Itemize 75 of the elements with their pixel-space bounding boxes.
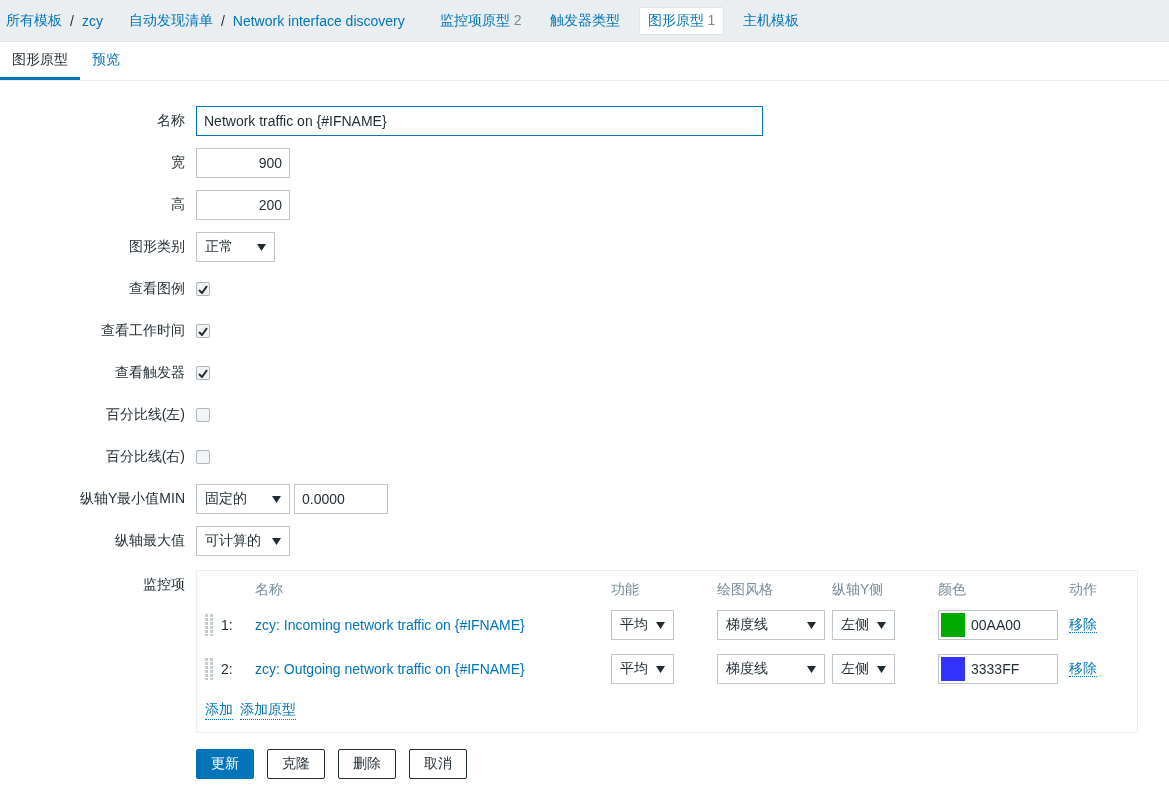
- field-label: 查看图例: [128, 280, 185, 298]
- color-swatch[interactable]: [941, 613, 965, 637]
- name-field[interactable]: Network traffic on {#IFNAME}: [196, 106, 763, 136]
- caret-icon: [257, 243, 266, 251]
- nav-tab[interactable]: 主机模板: [734, 6, 809, 35]
- color-field[interactable]: 00AA00: [938, 610, 1058, 640]
- field-label: 纵轴Y最小值MIN: [79, 490, 185, 508]
- form-button[interactable]: 克隆: [267, 749, 325, 779]
- column-header: 动作: [1069, 580, 1098, 599]
- caret-icon: [877, 665, 886, 673]
- dropdown[interactable]: 可计算的: [196, 526, 290, 556]
- form-button[interactable]: 更新: [196, 749, 254, 779]
- field-label: 百分比线(左): [104, 406, 185, 424]
- dropdown[interactable]: 梯度线: [717, 654, 825, 684]
- tab[interactable]: 预览: [80, 42, 132, 80]
- add-link[interactable]: 添加原型: [240, 701, 296, 720]
- number-field[interactable]: 0.0000: [294, 484, 388, 514]
- caret-icon: [656, 621, 665, 629]
- field-label: 查看触发器: [114, 364, 185, 382]
- dropdown[interactable]: 梯度线: [717, 610, 825, 640]
- checkbox[interactable]: [196, 282, 210, 296]
- dropdown[interactable]: 固定的: [196, 484, 290, 514]
- column-header: 名称: [255, 580, 284, 599]
- dropdown[interactable]: 平均: [611, 654, 674, 684]
- checkbox[interactable]: [196, 408, 210, 422]
- breadcrumb-link[interactable]: Network interface discovery: [232, 12, 405, 29]
- form-button[interactable]: 取消: [409, 749, 467, 779]
- column-header: 纵轴Y侧: [832, 580, 885, 599]
- checkbox[interactable]: [196, 366, 210, 380]
- breadcrumb-link[interactable]: zcy: [81, 12, 103, 29]
- number-field[interactable]: 900: [196, 148, 290, 178]
- caret-icon: [877, 621, 886, 629]
- field-label: 监控项: [142, 575, 185, 594]
- form-button[interactable]: 删除: [338, 749, 396, 779]
- row-index: 1:: [221, 617, 234, 633]
- color-swatch[interactable]: [941, 657, 965, 681]
- color-field[interactable]: 3333FF: [938, 654, 1058, 684]
- dropdown[interactable]: 平均: [611, 610, 674, 640]
- nav-tab[interactable]: 监控项原型 2: [430, 6, 531, 35]
- breadcrumb-separator: /: [70, 12, 74, 29]
- field-label: 名称: [156, 112, 185, 130]
- breadcrumb-link[interactable]: 自动发现清单: [128, 11, 213, 30]
- checkbox[interactable]: [196, 324, 210, 338]
- breadcrumb-separator: /: [220, 12, 225, 29]
- drag-handle-icon[interactable]: [205, 614, 213, 636]
- item-link[interactable]: zcy: Outgoing network traffic on {#IFNAME}: [255, 661, 525, 677]
- field-label: 宽: [170, 154, 185, 172]
- column-header: 绘图风格: [717, 580, 774, 599]
- caret-icon: [272, 537, 281, 545]
- remove-link[interactable]: 移除: [1069, 616, 1097, 633]
- item-link[interactable]: zcy: Incoming network traffic on {#IFNAME}: [255, 617, 525, 633]
- caret-icon: [807, 665, 816, 673]
- number-field[interactable]: 200: [196, 190, 290, 220]
- field-label: 高: [170, 196, 185, 214]
- field-label: 百分比线(右): [104, 448, 185, 466]
- column-header: 颜色: [938, 580, 967, 599]
- drag-handle-icon[interactable]: [205, 658, 213, 680]
- row-index: 2:: [221, 661, 234, 677]
- caret-icon: [807, 621, 816, 629]
- field-label: 图形类别: [128, 238, 185, 256]
- tab[interactable]: 图形原型: [0, 42, 80, 80]
- nav-tab[interactable]: 图形原型 1: [638, 6, 725, 35]
- caret-icon: [272, 495, 281, 503]
- remove-link[interactable]: 移除: [1069, 660, 1097, 677]
- dropdown[interactable]: 左侧: [832, 610, 895, 640]
- field-label: 查看工作时间: [100, 322, 185, 340]
- dropdown[interactable]: 正常: [196, 232, 275, 262]
- breadcrumb-link[interactable]: 所有模板: [6, 11, 62, 30]
- dropdown[interactable]: 左侧: [832, 654, 895, 684]
- caret-icon: [656, 665, 665, 673]
- field-label: 纵轴最大值: [114, 532, 185, 550]
- add-link[interactable]: 添加: [205, 701, 233, 720]
- nav-tab[interactable]: 触发器类型: [540, 6, 629, 35]
- checkbox[interactable]: [196, 450, 210, 464]
- column-header: 功能: [611, 580, 640, 599]
